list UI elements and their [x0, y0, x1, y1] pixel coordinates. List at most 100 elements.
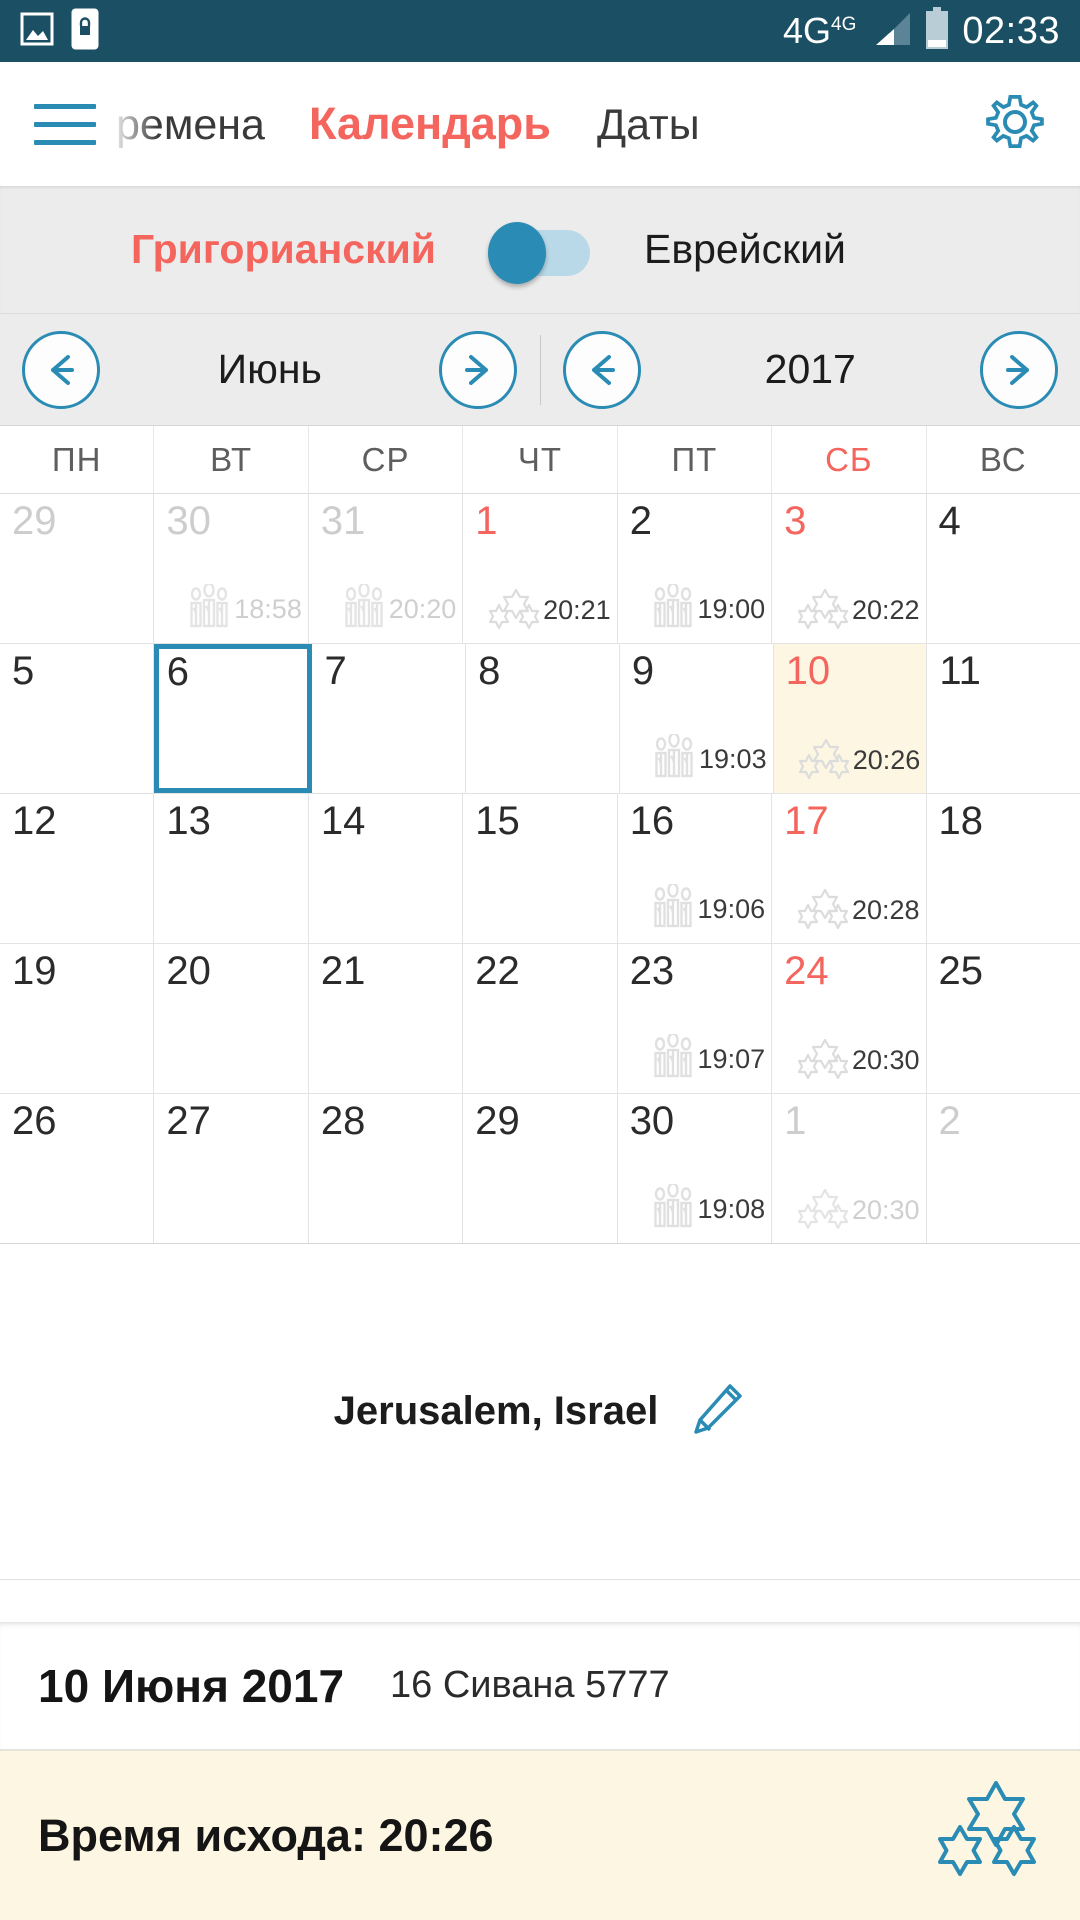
calendar-day-cell[interactable]: 24 20:30	[772, 944, 927, 1093]
day-number: 31	[320, 499, 366, 543]
day-event: 20:22	[797, 586, 920, 635]
calendar-type-toggle[interactable]: Григорианский Еврейский	[0, 186, 1080, 314]
calendar-day-cell[interactable]: 2 19:00	[618, 494, 773, 643]
calendar-day-cell[interactable]: 29	[0, 494, 155, 643]
calendar-day-cell[interactable]: 14	[309, 794, 464, 943]
calendar-day-cell[interactable]: 3 20:22	[772, 494, 927, 643]
calendar-day-cell[interactable]: 12	[0, 794, 155, 943]
day-number: 5	[12, 649, 35, 693]
day-number: 13	[166, 799, 211, 843]
stars-icon	[797, 886, 849, 935]
weekday-header-4: ЧТ	[463, 426, 618, 494]
calendar-day-cell[interactable]: 26	[0, 1094, 155, 1243]
calendar-day-cell[interactable]: 28	[309, 1094, 464, 1243]
day-number: 11	[939, 649, 981, 693]
calendar-day-cell[interactable]: 16 19:06	[618, 794, 773, 943]
calendar-day-cell[interactable]: 13	[154, 794, 309, 943]
toggle-label-hebrew[interactable]: Еврейский	[644, 226, 1014, 273]
calendar-day-cell[interactable]: 30 18:58	[154, 494, 309, 643]
day-number: 22	[475, 949, 520, 993]
next-month-button[interactable]	[439, 330, 518, 409]
calendar-day-cell[interactable]: 10 20:26	[773, 644, 928, 793]
day-number: 23	[629, 949, 675, 993]
day-number: 14	[320, 799, 366, 843]
event-time: 20:26	[852, 745, 921, 775]
day-number: 2	[629, 499, 652, 543]
calendar-day-cell[interactable]: 21	[309, 944, 464, 1093]
calendar-day-cell[interactable]: 4	[927, 494, 1080, 643]
status-bar-clock: 02:33	[962, 10, 1060, 52]
calendar-day-cell[interactable]: 8	[466, 644, 620, 793]
calendar-day-cell[interactable]: 2	[927, 1094, 1080, 1243]
day-number: 1	[784, 1099, 807, 1143]
hebrew-date: 16 Сивана 5777	[390, 1664, 670, 1706]
tab-times[interactable]: ремена	[116, 101, 265, 150]
weekday-header-1: ПН	[0, 426, 155, 494]
event-time: 19:07	[697, 1044, 766, 1074]
day-number: 18	[938, 799, 984, 843]
calendar-day-cell[interactable]: 29	[463, 1094, 618, 1243]
hamburger-icon[interactable]	[34, 103, 96, 145]
stars-icon	[488, 586, 540, 635]
stars-icon	[797, 1186, 849, 1235]
switch-thumb[interactable]	[488, 221, 546, 284]
tab-dates[interactable]: Даты	[597, 101, 700, 150]
calendar-day-cell[interactable]: 20	[154, 944, 309, 1093]
day-number: 2	[938, 1099, 961, 1143]
day-number: 7	[324, 649, 347, 693]
gregorian-date: 10 Июня 2017	[38, 1659, 345, 1712]
calendar-day-cell[interactable]: 31 20:20	[309, 494, 464, 643]
calendar-day-cell[interactable]: 27	[154, 1094, 309, 1243]
calendar-day-cell[interactable]: 25	[927, 944, 1080, 1093]
event-time: 19:06	[697, 894, 766, 924]
location-bar[interactable]: Jerusalem, Israel	[0, 1244, 1080, 1580]
prev-month-button[interactable]	[22, 330, 100, 409]
next-year-button[interactable]	[980, 330, 1058, 409]
weekday-header-5: ПТ	[617, 426, 773, 494]
event-time: 20:22	[851, 595, 920, 625]
event-time: 20:30	[851, 1195, 920, 1225]
calendar-day-cell[interactable]: 9 19:03	[620, 644, 774, 793]
calendar-day-cell[interactable]: 7	[312, 644, 467, 793]
toggle-label-gregorian[interactable]: Григорианский	[66, 226, 436, 273]
day-event: 19:00	[651, 582, 765, 635]
day-event: 19:08	[651, 1182, 766, 1235]
prev-year-button[interactable]	[562, 330, 641, 409]
stars-icon	[798, 736, 850, 785]
day-number: 17	[784, 799, 829, 843]
calendar-day-cell[interactable]: 18	[927, 794, 1080, 943]
day-number: 1	[475, 499, 498, 543]
calendar-grid: 29 30 18:58 31 20:20 1 20:21 2 19:00 3 20:22 4 5 6 7 8 9…	[0, 494, 1080, 1244]
calendar-day-cell[interactable]: 11	[927, 644, 1080, 793]
gear-icon[interactable]	[984, 91, 1046, 158]
day-number: 3	[784, 499, 807, 543]
current-month-label: Июнь	[217, 346, 322, 392]
calendar-week-row: 26 27 28 29 30 19:08 1 20:30 2	[0, 1094, 1080, 1244]
month-nav-group: Июнь	[0, 330, 540, 409]
calendar-day-cell[interactable]: 23 19:07	[618, 944, 773, 1093]
calendar-day-cell[interactable]: 22	[463, 944, 618, 1093]
candles-icon	[651, 1182, 695, 1235]
candles-icon	[651, 882, 695, 935]
calendar-day-cell[interactable]: 30 19:08	[618, 1094, 773, 1243]
calendar-day-cell[interactable]: 1 20:30	[772, 1094, 927, 1243]
calendar-day-cell[interactable]: 17 20:28	[772, 794, 927, 943]
calendar-day-cell[interactable]: 15	[463, 794, 618, 943]
event-time: 18:58	[234, 594, 302, 624]
event-time: 19:08	[697, 1194, 766, 1224]
calendar-type-switch[interactable]	[488, 221, 592, 284]
signal-bars-icon	[868, 9, 912, 54]
day-number: 28	[320, 1099, 366, 1143]
calendar-week-row: 29 30 18:58 31 20:20 1 20:21 2 19:00 3 20:22 4	[0, 494, 1080, 644]
section-spacer	[0, 1580, 1080, 1622]
day-number: 6	[166, 650, 189, 694]
candles-icon	[651, 1032, 695, 1085]
tab-calendar[interactable]: Календарь	[309, 98, 551, 150]
calendar-day-cell[interactable]: 19	[0, 944, 155, 1093]
day-number: 25	[938, 949, 984, 993]
pencil-icon[interactable]	[688, 1380, 746, 1443]
calendar-day-cell[interactable]: 5	[0, 644, 154, 793]
stars-icon	[797, 586, 849, 635]
calendar-day-cell[interactable]: 6	[153, 644, 313, 793]
calendar-day-cell[interactable]: 1 20:21	[463, 494, 618, 643]
